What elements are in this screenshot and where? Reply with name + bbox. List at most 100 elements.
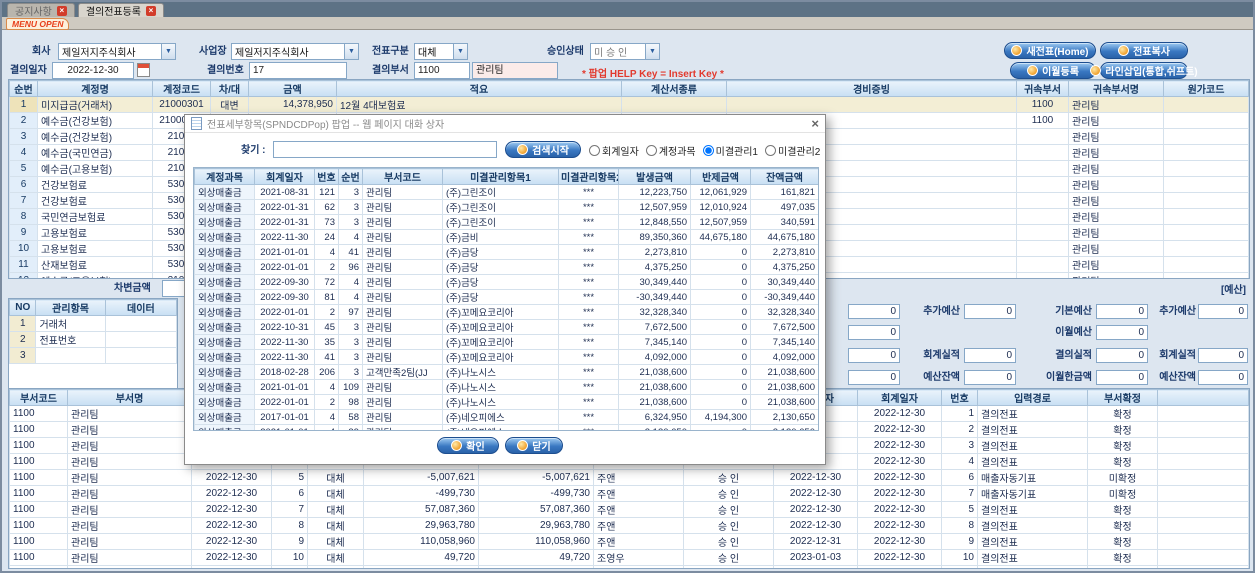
cell[interactable]: 97: [338, 304, 363, 320]
cell[interactable]: [1163, 96, 1249, 113]
radio-option[interactable]: 계정과목: [645, 143, 696, 158]
radio-input[interactable]: [765, 145, 776, 156]
dialog-ok-button[interactable]: 확인: [437, 437, 499, 454]
cell[interactable]: (주)금당: [442, 259, 559, 275]
table-row[interactable]: 1 미지급금(거래처) 21000301 대변 14,378,950 12월 4대보험료 1…: [9, 96, 1249, 113]
budget-value-field[interactable]: 0: [964, 348, 1016, 363]
cell[interactable]: 건강보험료: [37, 176, 153, 193]
cell[interactable]: [1157, 437, 1249, 454]
cell[interactable]: 12,507,959: [690, 214, 751, 230]
cell[interactable]: [1163, 112, 1249, 129]
cell[interactable]: 4: [338, 274, 363, 290]
cell[interactable]: 0: [690, 259, 751, 275]
column-header[interactable]: 귀속부서명: [1068, 80, 1164, 97]
cell[interactable]: 2022-12-31: [773, 533, 858, 550]
table-row[interactable]: 1100 관리팀 2022-12-30 9 대체 110,058,960 110,058,9…: [9, 533, 1249, 550]
cell[interactable]: 1100: [1016, 96, 1069, 113]
cell[interactable]: [1016, 192, 1069, 209]
cell[interactable]: 2022-12-30: [191, 469, 272, 486]
cell[interactable]: 관리팀: [362, 199, 443, 215]
cell[interactable]: 11: [9, 256, 38, 273]
cell[interactable]: 1100: [9, 405, 68, 422]
cell[interactable]: 2: [314, 304, 339, 320]
column-header[interactable]: 계정과목: [194, 168, 255, 185]
cell[interactable]: 4: [338, 229, 363, 245]
cell[interactable]: 2022-12-30: [773, 469, 858, 486]
cell[interactable]: 2022-10-31: [254, 319, 315, 335]
chevron-down-icon[interactable]: ▼: [344, 44, 358, 59]
cell[interactable]: 4: [314, 409, 339, 425]
company-select[interactable]: 제일저지주식회사 ▼: [58, 43, 176, 60]
cell[interactable]: 4,194,300: [690, 409, 751, 425]
cell[interactable]: [1163, 128, 1249, 145]
cell[interactable]: [977, 565, 1088, 568]
cell[interactable]: 외상매출금: [194, 289, 255, 305]
cell[interactable]: ***: [558, 229, 619, 245]
cell[interactable]: 외상매출금: [194, 244, 255, 260]
cell[interactable]: 관리팀: [1068, 208, 1164, 225]
site-select[interactable]: 제일저지주식회사 ▼: [231, 43, 359, 60]
cell[interactable]: 3: [941, 437, 978, 454]
cell[interactable]: 관리팀: [67, 453, 192, 470]
column-header[interactable]: 귀속부서: [1016, 80, 1069, 97]
cell[interactable]: 관리팀: [67, 469, 192, 486]
cell[interactable]: 관리팀: [67, 421, 192, 438]
cell[interactable]: ***: [558, 319, 619, 335]
cell[interactable]: 건강보험료: [37, 192, 153, 209]
cell[interactable]: 44,675,180: [690, 229, 751, 245]
cell[interactable]: 관리팀: [67, 533, 192, 550]
cell[interactable]: 7,345,140: [618, 334, 691, 350]
cell[interactable]: 2017-01-01: [254, 409, 315, 425]
cell[interactable]: (주)금당: [442, 274, 559, 290]
cell[interactable]: 4: [941, 453, 978, 470]
cell[interactable]: 2022-12-30: [857, 533, 942, 550]
cell[interactable]: 29,963,780: [363, 517, 479, 534]
cell[interactable]: 2: [314, 394, 339, 410]
carryover-register-button[interactable]: 이월등록: [1010, 62, 1096, 79]
slip-type-select[interactable]: 대체 ▼: [414, 43, 468, 60]
cell[interactable]: 49,720: [363, 549, 479, 566]
cell[interactable]: 21000301: [152, 96, 211, 113]
cell[interactable]: 관리팀: [67, 405, 192, 422]
cell[interactable]: 4,092,000: [618, 349, 691, 365]
cell[interactable]: 6: [271, 485, 308, 502]
cell[interactable]: 4: [9, 144, 38, 161]
cell[interactable]: 4,092,000: [750, 349, 818, 365]
cell[interactable]: [1157, 501, 1249, 518]
cell[interactable]: 41: [338, 244, 363, 260]
table-row[interactable]: 외상매출금2021-01-01439관리팀(주)네오피에스***2,130,65…: [194, 424, 818, 430]
cell[interactable]: 340,591: [750, 214, 818, 230]
cell[interactable]: 21,038,600: [750, 379, 818, 395]
cell[interactable]: 73: [314, 214, 339, 230]
column-header[interactable]: 잔액금액: [750, 168, 818, 185]
cell[interactable]: 0: [690, 334, 751, 350]
cell[interactable]: 고용보험료: [37, 224, 153, 241]
cell[interactable]: 2022-12-30: [857, 485, 942, 502]
cell[interactable]: 8: [941, 517, 978, 534]
voucher-no-input[interactable]: 17: [249, 62, 347, 79]
column-header[interactable]: 순번: [9, 80, 38, 97]
cell[interactable]: [1016, 208, 1069, 225]
cell[interactable]: 관리팀: [362, 409, 443, 425]
cell[interactable]: [621, 96, 727, 113]
cell[interactable]: 109: [338, 379, 363, 395]
cell[interactable]: 2022-12-30: [773, 501, 858, 518]
cell[interactable]: 거래처: [35, 315, 106, 332]
cell[interactable]: ***: [558, 214, 619, 230]
budget-value-field[interactable]: 0: [848, 325, 900, 340]
cell[interactable]: 승 인: [683, 549, 774, 566]
cell[interactable]: 4: [314, 244, 339, 260]
cell[interactable]: 예수금(건강보험): [37, 112, 153, 129]
cell[interactable]: 2: [314, 259, 339, 275]
cell[interactable]: [1157, 469, 1249, 486]
cell[interactable]: 1100: [9, 469, 68, 486]
budget-value-field[interactable]: 0: [964, 370, 1016, 385]
cell[interactable]: ***: [558, 184, 619, 200]
cell[interactable]: 2022-12-30: [857, 437, 942, 454]
cell[interactable]: 29,963,780: [478, 517, 594, 534]
budget-value-field[interactable]: 0: [848, 348, 900, 363]
cell[interactable]: [1163, 224, 1249, 241]
cell[interactable]: ***: [558, 424, 619, 430]
column-header[interactable]: 번호: [941, 389, 978, 406]
cell[interactable]: 21,038,600: [618, 394, 691, 410]
